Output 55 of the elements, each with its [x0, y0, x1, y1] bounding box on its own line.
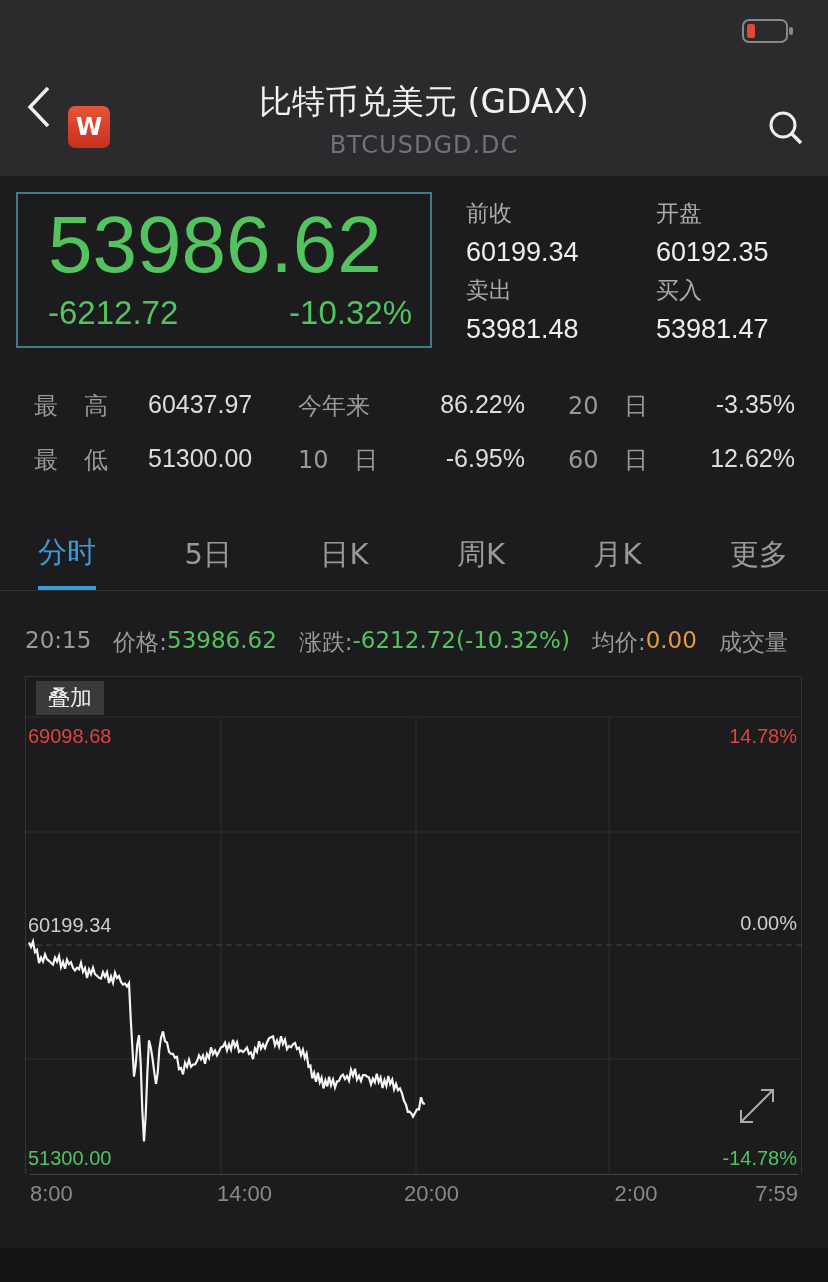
- chart-tab[interactable]: 周K: [456, 532, 505, 590]
- volume-label: 成交量: [718, 628, 788, 657]
- price-value: 53986.62: [167, 627, 277, 655]
- stat-label: 10 日: [298, 445, 380, 476]
- axis-label: 69098.68: [28, 725, 112, 748]
- axis-label: -14.78%: [722, 1147, 797, 1170]
- time-axis-label: 2:00: [613, 1181, 659, 1207]
- stat-value: 51300.00: [148, 444, 254, 474]
- current-price: 53986.62: [48, 200, 383, 290]
- time-axis-label: 7:59: [754, 1181, 798, 1207]
- quote-label: 买入: [656, 276, 703, 305]
- time-label: 20:15: [25, 627, 92, 655]
- symbol-code: BTCUSDGD.DC: [329, 131, 519, 159]
- average-label: 均价:: [591, 628, 646, 657]
- stat-value: 86.22%: [439, 390, 525, 420]
- stat-label: 最 低: [34, 445, 109, 476]
- stat-value: -3.35%: [714, 390, 795, 420]
- quote-value: 60199.34: [466, 236, 580, 269]
- chart-tab[interactable]: 更多: [729, 532, 788, 590]
- axis-label: 0.00%: [740, 912, 797, 935]
- stat-label: 最 高: [34, 391, 109, 422]
- time-axis-label: 8:00: [30, 1181, 74, 1207]
- stat-value: 60437.97: [148, 390, 254, 420]
- stat-value: -6.95%: [444, 444, 525, 474]
- chart-tab[interactable]: 月K: [593, 532, 642, 590]
- stat-value: 12.62%: [709, 444, 795, 474]
- time-axis-label: 14:00: [217, 1181, 274, 1207]
- quote-label: 前收: [466, 199, 513, 228]
- axis-label: 60199.34: [28, 914, 112, 937]
- chart-tab[interactable]: 日K: [320, 532, 369, 590]
- stat-label: 60 日: [567, 445, 650, 476]
- page-title: 比特币兑美元 (GDAX): [259, 81, 589, 123]
- chart-tab[interactable]: 分时: [38, 532, 96, 590]
- axis-label: 51300.00: [28, 1147, 112, 1170]
- expand-icon[interactable]: [737, 1086, 777, 1126]
- quote-value: 53981.47: [656, 313, 770, 346]
- quote-value: 60192.35: [656, 236, 770, 269]
- search-icon[interactable]: [768, 110, 804, 146]
- stat-label: 20 日: [567, 391, 650, 422]
- battery-icon: [742, 19, 794, 43]
- quote-label: 开盘: [656, 199, 703, 228]
- app-logo: W: [68, 106, 110, 148]
- quote-label: 卖出: [466, 276, 513, 305]
- overlay-button[interactable]: 叠加: [36, 681, 104, 715]
- quote-value: 53981.48: [466, 313, 580, 346]
- change-label: 涨跌:: [298, 628, 353, 657]
- price-label: 价格:: [113, 628, 168, 657]
- change-value: -6212.72(-10.32%): [352, 627, 570, 655]
- chart-tab[interactable]: 5日: [184, 532, 232, 590]
- axis-label: 14.78%: [729, 725, 797, 748]
- price-change: -6212.72: [48, 294, 179, 332]
- time-axis-label: 20:00: [404, 1181, 461, 1207]
- average-value: 0.00: [645, 627, 697, 655]
- stat-label: 今年来: [298, 391, 371, 422]
- percent-change: -10.32%: [289, 294, 412, 332]
